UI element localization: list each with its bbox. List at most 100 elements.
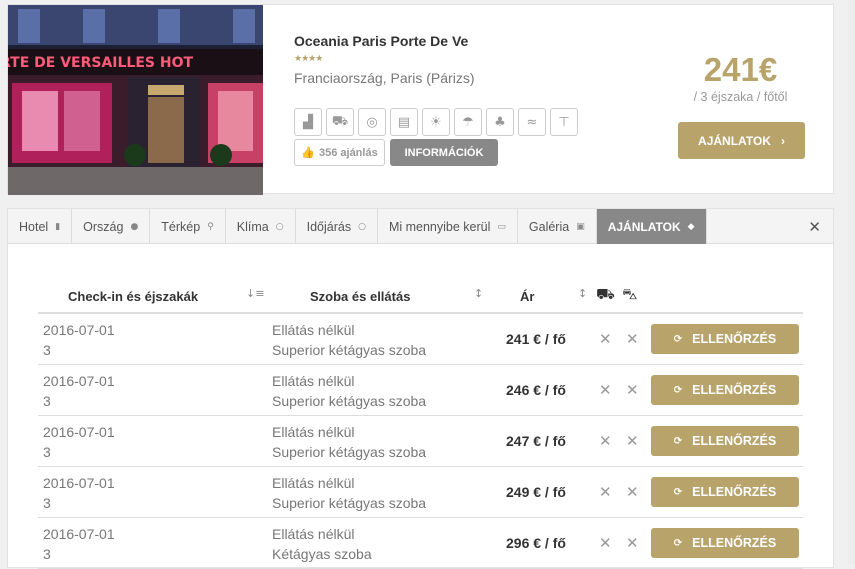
checkin-date: 2016-07-01 [43, 475, 115, 491]
check-button[interactable]: ⟳ ELLENŐRZÉS [651, 426, 799, 456]
amenity-icons: ▟ ⛟ ◎ ▤ ☀ ☂ ♣ ≈ ⊤ [294, 108, 578, 136]
offers-button-label: AJÁNLATOK [698, 133, 771, 148]
refresh-icon: ⟳ [673, 486, 683, 498]
umbrella-icon: ☂ [454, 108, 482, 136]
palm-icon: ♣ [486, 108, 514, 136]
room-cell: Ellátás nélkül Superior kétágyas szoba [272, 422, 426, 462]
bus-unavailable-icon: ✕ [599, 483, 612, 501]
sort-icon[interactable]: ↕ [474, 287, 483, 300]
car-unavailable-icon: ✕ [626, 330, 639, 348]
circle-icon: ○ [275, 221, 284, 232]
price-subtitle: / 3 éjszaka / főtől [693, 90, 788, 104]
tab-label: Klíma [236, 219, 269, 234]
table-row: 2016-07-01 3 Ellátás nélkül Superior kétág… [38, 314, 803, 365]
tab-climate[interactable]: Klíma ○ [226, 209, 296, 244]
tab-label: Galéria [528, 219, 570, 234]
checkin-date: 2016-07-01 [43, 424, 115, 440]
board-type: Ellátás nélkül [272, 526, 355, 542]
beach-icon: ☀ [422, 108, 450, 136]
car-icon: ⛍ [622, 285, 638, 303]
tower-icon: ⊤ [550, 108, 578, 136]
row-price: 247 € / fő [506, 433, 566, 449]
price-value: 241€ [703, 51, 778, 88]
offers-table: 2016-07-01 3 Ellátás nélkül Superior kétág… [38, 314, 803, 569]
header-checkin[interactable]: Check-in és éjszakák [68, 289, 198, 304]
nights: 3 [43, 393, 51, 409]
tab-weather[interactable]: Időjárás ○ [296, 209, 378, 244]
recommendation-label: 356 ajánlás [318, 146, 378, 159]
nights: 3 [43, 342, 51, 358]
factory-icon: ▟ [294, 108, 322, 136]
tab-bar: Hotel ▮ Ország ● Térkép ⚲ Klíma ○ Időjárás ○ … [8, 209, 833, 244]
check-button[interactable]: ⟳ ELLENŐRZÉS [651, 528, 799, 558]
tag-icon: ◆ [687, 221, 695, 232]
checkin-date: 2016-07-01 [43, 373, 115, 389]
room-cell: Ellátás nélkül Superior kétágyas szoba [272, 371, 426, 411]
recommendation-count[interactable]: 👍 356 ajánlás [294, 139, 385, 166]
room-cell: Ellátás nélkül Kétágyas szoba [272, 524, 372, 564]
header-room[interactable]: Szoba és ellátás [310, 289, 410, 304]
chevron-right-icon: › [780, 133, 785, 148]
nights: 3 [43, 495, 51, 511]
check-button[interactable]: ⟳ ELLENŐRZÉS [651, 324, 799, 354]
sort-icon[interactable]: ↕ [578, 287, 587, 300]
pin-icon: ⚲ [207, 221, 214, 232]
row-price: 296 € / fő [506, 535, 566, 551]
tab-country[interactable]: Ország ● [72, 209, 151, 244]
bus-unavailable-icon: ✕ [599, 381, 612, 399]
table-header: Check-in és éjszakák ↓≡ Szoba és ellátás… [38, 281, 803, 314]
refresh-icon: ⟳ [673, 333, 683, 345]
hotel-icon: ▤ [390, 108, 418, 136]
offers-button[interactable]: AJÁNLATOK › [678, 122, 805, 159]
header-price[interactable]: Ár [520, 289, 534, 304]
hotel-photo[interactable]: RTE DE VERSAILLES HOT [8, 5, 263, 195]
tab-hotel[interactable]: Hotel ▮ [8, 209, 73, 244]
check-button-label: ELLENŐRZÉS [692, 536, 777, 550]
bus-unavailable-icon: ✕ [599, 432, 612, 450]
table-row: 2016-07-01 3 Ellátás nélkül Superior kétág… [38, 467, 803, 518]
check-button[interactable]: ⟳ ELLENŐRZÉS [651, 477, 799, 507]
car-unavailable-icon: ✕ [626, 432, 639, 450]
tab-costs[interactable]: Mi mennyibe kerül ▭ [378, 209, 518, 244]
tab-gallery[interactable]: Galéria ▣ [518, 209, 597, 244]
check-button-label: ELLENŐRZÉS [692, 332, 777, 346]
nights: 3 [43, 546, 51, 562]
bus-icon: ⛟ [596, 285, 615, 303]
money-icon: ▭ [497, 221, 506, 232]
page-scrollbar[interactable] [848, 0, 855, 564]
tab-offers[interactable]: AJÁNLATOK ◆ [596, 209, 707, 244]
bookmark-icon: ▮ [55, 221, 61, 232]
star-rating: ★★★★ [294, 53, 323, 63]
check-button-label: ELLENŐRZÉS [692, 434, 777, 448]
checkin-cell: 2016-07-01 3 [43, 473, 115, 513]
close-icon[interactable]: ✕ [808, 218, 821, 236]
sort-desc-icon[interactable]: ↓≡ [246, 287, 264, 300]
refresh-icon: ⟳ [673, 435, 683, 447]
checkin-date: 2016-07-01 [43, 526, 115, 542]
checkin-cell: 2016-07-01 3 [43, 422, 115, 462]
refresh-icon: ⟳ [673, 537, 683, 549]
bus-icon: ⛟ [326, 108, 354, 136]
row-price: 241 € / fő [506, 331, 566, 347]
table-row: 2016-07-01 3 Ellátás nélkül Kétágyas szoba… [38, 518, 803, 569]
board-type: Ellátás nélkül [272, 322, 355, 338]
checkin-date: 2016-07-01 [43, 322, 115, 338]
check-button-label: ELLENŐRZÉS [692, 383, 777, 397]
room-cell: Ellátás nélkül Superior kétágyas szoba [272, 320, 426, 360]
bus-unavailable-icon: ✕ [599, 534, 612, 552]
check-button[interactable]: ⟳ ELLENŐRZÉS [651, 375, 799, 405]
refresh-icon: ⟳ [673, 384, 683, 396]
tab-label: Térkép [161, 219, 201, 234]
room-type: Superior kétágyas szoba [272, 342, 427, 358]
image-icon: ▣ [576, 221, 585, 232]
clock-icon: ◎ [358, 108, 386, 136]
hotel-name[interactable]: Oceania Paris Porte De Ve [294, 33, 475, 49]
car-unavailable-icon: ✕ [626, 534, 639, 552]
table-row: 2016-07-01 3 Ellátás nélkül Superior kétág… [38, 365, 803, 416]
board-type: Ellátás nélkül [272, 475, 355, 491]
room-cell: Ellátás nélkül Superior kétágyas szoba [272, 473, 426, 513]
checkin-cell: 2016-07-01 3 [43, 371, 115, 411]
tab-map[interactable]: Térkép ⚲ [150, 209, 226, 244]
tab-label: Ország [83, 219, 124, 234]
info-button[interactable]: INFORMÁCIÓK [390, 139, 498, 166]
